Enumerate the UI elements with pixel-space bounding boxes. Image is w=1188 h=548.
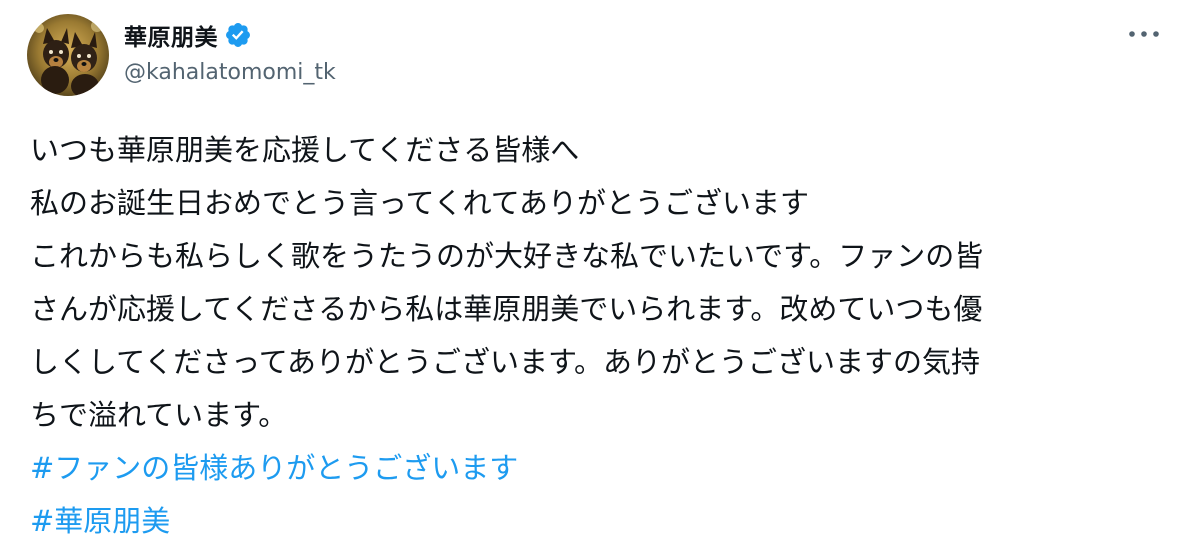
author-name-row: 華原朋美 [124, 18, 252, 52]
tweet-text-line: さんが応援してくださるから私は華原朋美でいられます。改めていつも優 [30, 292, 983, 326]
tweet-text: いつも華原朋美を応援してくださる皆様へ 私のお誕生日おめでとう言ってくれてありが… [30, 124, 1170, 548]
hashtag-link[interactable]: #華原朋美 [30, 495, 1170, 548]
display-name[interactable]: 華原朋美 [124, 18, 218, 52]
user-handle[interactable]: @kahalatomomi_tk [124, 60, 336, 85]
avatar[interactable] [27, 14, 109, 96]
tweet-text-line: いつも華原朋美を応援してくださる皆様へ [30, 133, 580, 167]
more-options-icon[interactable] [1124, 20, 1164, 48]
hashtag-link[interactable]: #ファンの皆様ありがとうございます [30, 442, 1170, 495]
avatar-image [27, 14, 109, 96]
verified-badge-icon[interactable] [224, 21, 252, 49]
tweet-card: 華原朋美 @kahalatomomi_tk いつも華原朋美を応援してくださる皆様… [0, 0, 1188, 542]
tweet-text-line: 私のお誕生日おめでとう言ってくれてありがとうございます [30, 186, 809, 220]
tweet-text-line: ちで溢れています。 [30, 398, 288, 432]
tweet-text-line: しくしてくださってありがとうございます。ありがとうございますの気持 [30, 345, 981, 379]
tweet-text-line: これからも私らしく歌をうたうのが大好きな私でいたいです。ファンの皆 [30, 239, 984, 273]
